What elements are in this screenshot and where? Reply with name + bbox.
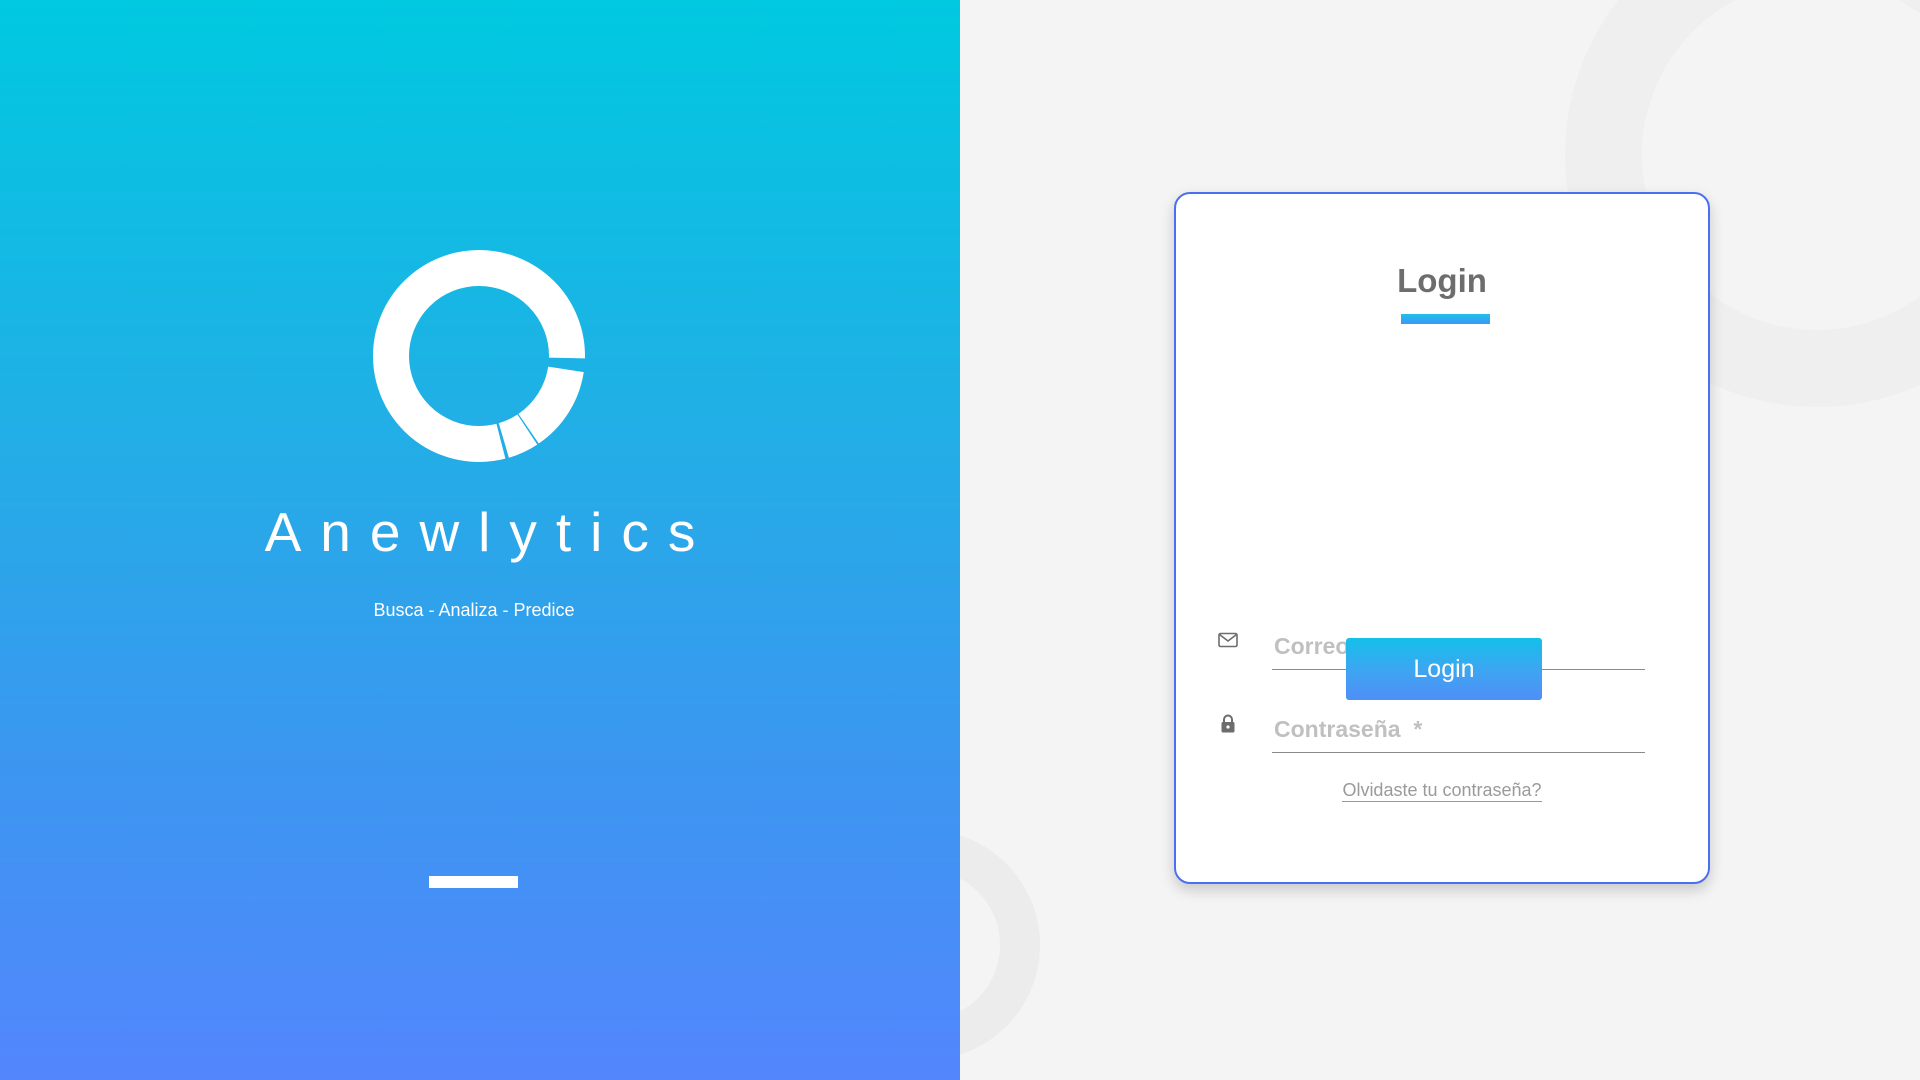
brand-name: Anewlytics [264,501,715,563]
brand-panel: Anewlytics Busca - Analiza - Predice [0,0,960,1080]
brand-tagline: Busca - Analiza - Predice [373,600,575,620]
login-title: Login [1397,262,1487,299]
login-card: Login Login Olvidaste tu contraseña? [1174,192,1710,884]
mail-icon [1218,632,1238,648]
decorative-ring [960,830,1040,1060]
title-underline [1401,314,1490,324]
password-field-container [1272,702,1649,753]
password-field[interactable] [1272,715,1649,744]
login-button[interactable]: Login [1346,638,1542,700]
brand-divider [429,876,518,888]
lock-icon [1221,714,1235,733]
forgot-password-link[interactable]: Olvidaste tu contraseña? [1176,780,1708,802]
ring-logo-icon [373,250,585,462]
forgot-password-label[interactable]: Olvidaste tu contraseña? [1342,780,1542,802]
